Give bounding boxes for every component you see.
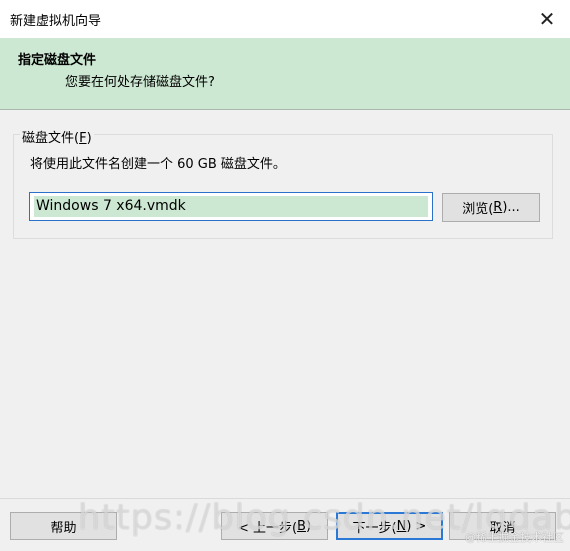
- back-button[interactable]: < 上一步(B): [221, 512, 328, 540]
- cancel-button[interactable]: 取消: [449, 512, 556, 540]
- header-subtitle: 您要在何处存储磁盘文件?: [65, 75, 215, 90]
- footer-divider: [0, 498, 570, 499]
- title-bar: 新建虚拟机向导 ✕: [0, 0, 570, 38]
- window-title: 新建虚拟机向导: [10, 14, 102, 29]
- header-title: 指定磁盘文件: [18, 53, 97, 68]
- wizard-header: 指定磁盘文件 您要在何处存储磁盘文件?: [0, 38, 570, 110]
- accelerator-key: F: [79, 131, 87, 146]
- disk-file-group-label: 磁盘文件(F): [20, 127, 94, 146]
- help-button[interactable]: 帮助: [10, 512, 117, 540]
- close-icon[interactable]: ✕: [536, 8, 558, 30]
- disk-file-name-input[interactable]: Windows 7 x64.vmdk: [29, 192, 433, 221]
- disk-file-groupbox: [13, 134, 553, 239]
- disk-file-description: 将使用此文件名创建一个 60 GB 磁盘文件。: [30, 157, 286, 172]
- next-button[interactable]: 下一步(N) >: [336, 512, 443, 540]
- browse-button[interactable]: 浏览(R)...: [442, 193, 540, 222]
- disk-file-name-value[interactable]: Windows 7 x64.vmdk: [34, 196, 428, 217]
